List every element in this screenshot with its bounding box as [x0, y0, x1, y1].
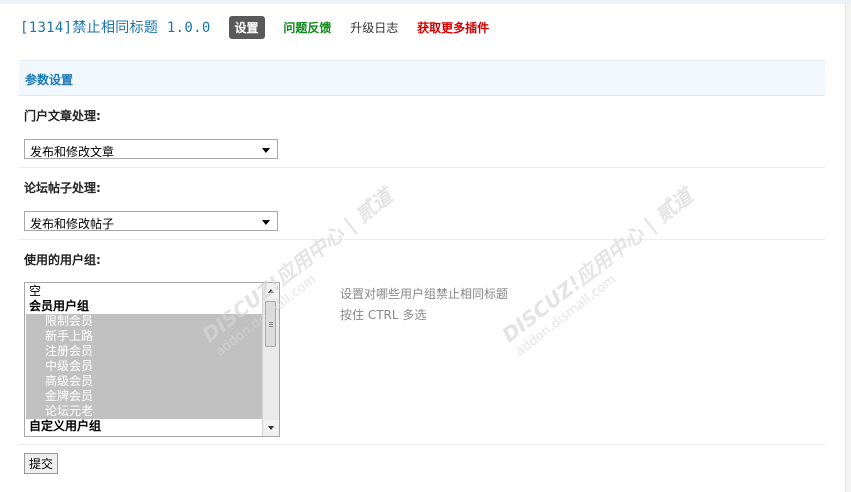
nav-settings[interactable]: 设置	[228, 15, 265, 39]
groups-tip: 设置对哪些用户组禁止相同标题	[340, 287, 509, 301]
grip-line	[269, 326, 273, 327]
list-option[interactable]: 高级会员	[26, 374, 263, 389]
scroll-down-button[interactable]	[263, 420, 279, 436]
forum-label: 论坛帖子处理:	[24, 181, 101, 195]
forum-select-value: 发布和修改帖子	[30, 217, 115, 231]
grip-line	[269, 324, 273, 325]
top-nav: 设置 问题反馈 升级日志 获取更多插件	[228, 15, 505, 39]
page-title: [1314]禁止相同标题 1.0.0	[20, 20, 211, 36]
divider	[19, 444, 825, 445]
portal-select[interactable]: 发布和修改文章	[24, 139, 278, 159]
list-option[interactable]: 中级会员	[26, 359, 263, 374]
groups-label: 使用的用户组:	[24, 253, 101, 267]
submit-button[interactable]: 提交	[24, 453, 59, 474]
list-option[interactable]: 金牌会员	[26, 389, 263, 404]
watermark-url: addon.dismall.com	[512, 272, 620, 360]
top-border	[0, 0, 851, 4]
header: [1314]禁止相同标题 1.0.0 设置 问题反馈 升级日志 获取更多插件	[20, 15, 505, 39]
forum-select[interactable]: 发布和修改帖子	[24, 211, 278, 231]
nav-feedback[interactable]: 问题反馈	[283, 19, 331, 36]
divider	[19, 239, 825, 240]
watermark: DISCUZ!应用中心 | 贰道 addon.dismall.com	[195, 181, 407, 360]
watermark: DISCUZ!应用中心 | 贰道 addon.dismall.com	[495, 181, 707, 360]
arrow-down-icon	[268, 426, 274, 430]
groups-tip-ctrl: 按住 CTRL 多选	[340, 308, 427, 322]
dropdown-arrow-icon	[262, 148, 270, 153]
section-header: 参数设置	[19, 60, 825, 96]
divider	[19, 167, 825, 168]
watermark-brand: DISCUZ!应用中心 | 贰道	[497, 183, 697, 348]
portal-label: 门户文章处理:	[24, 109, 101, 123]
nav-changelog[interactable]: 升级日志	[350, 19, 398, 36]
nav-more-plugins[interactable]: 获取更多插件	[417, 19, 489, 36]
dropdown-arrow-icon	[262, 220, 270, 225]
option-group-label[interactable]: 自定义用户组	[26, 419, 263, 434]
section-title: 参数设置	[25, 73, 74, 87]
portal-select-value: 发布和修改文章	[30, 145, 115, 159]
page-scrollbar[interactable]	[845, 4, 851, 492]
list-option[interactable]: 论坛元老	[26, 404, 263, 419]
list-option[interactable]: 空	[26, 284, 263, 299]
